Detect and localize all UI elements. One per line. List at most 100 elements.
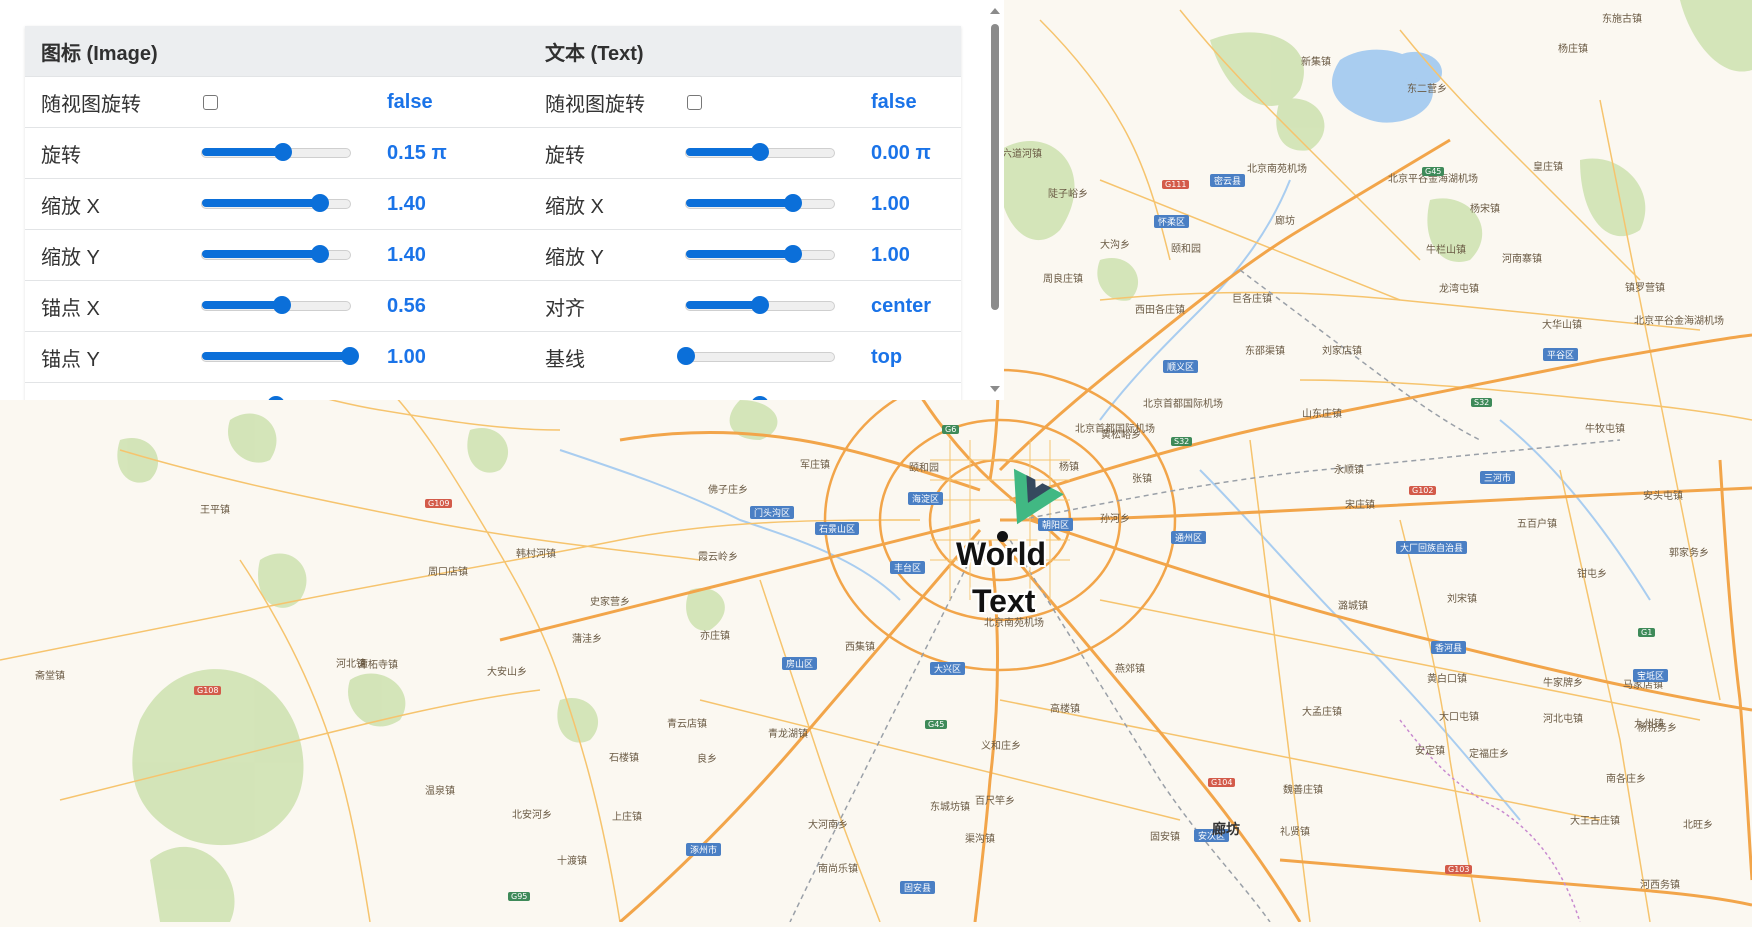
control-row: 旋转 0.15 π 旋转 0.00 π	[25, 127, 961, 178]
control-row: 缩放 Y 1.40 缩放 Y 1.00	[25, 229, 961, 280]
panel-scrollbar[interactable]	[988, 8, 1002, 392]
scrollbar-thumb[interactable]	[991, 24, 999, 310]
text-option-label: 基线	[545, 348, 585, 371]
airport-label: 北京平谷金海湖机场	[1634, 316, 1724, 327]
map-label: 韩村河镇	[516, 549, 556, 560]
map-label: 周良庄镇	[1043, 274, 1083, 285]
map-district-badge: 平谷区	[1543, 348, 1579, 361]
highway-shield: G45	[925, 720, 948, 729]
slider-thumb[interactable]	[783, 245, 802, 263]
map-label: 孙河乡	[1100, 514, 1130, 525]
image-option-label: 锚点 Y	[41, 348, 100, 371]
slider-thumb[interactable]	[751, 396, 769, 400]
image-option-value: 0.56	[387, 294, 426, 317]
map-label: 潭柘寺镇	[358, 660, 398, 671]
map-label: 镇罗营镇	[1625, 283, 1665, 294]
image-option-slider[interactable]	[201, 245, 351, 263]
image-control-cell	[201, 77, 218, 127]
slider-thumb[interactable]	[267, 396, 285, 400]
image-option-value: 1.00	[387, 345, 426, 368]
image-section-title: 图标 (Image)	[41, 42, 158, 65]
image-option-slider[interactable]	[201, 143, 351, 161]
slider-thumb[interactable]	[783, 194, 802, 212]
map-label: 王平镇	[200, 505, 230, 516]
map-label: 良乡	[697, 754, 717, 765]
text-option-slider[interactable]	[677, 347, 835, 365]
map-label: 杨庄镇	[1558, 44, 1588, 55]
text-control-cell	[685, 179, 835, 229]
map-label: 史家营乡	[590, 597, 630, 608]
highway-shield: G109	[425, 499, 453, 508]
map-label: 新集镇	[1301, 57, 1331, 68]
image-option-slider[interactable]	[201, 296, 351, 314]
map-label: 河南寨镇	[1502, 254, 1542, 265]
map-label: 青龙湖镇	[768, 729, 808, 740]
slider-fill	[686, 250, 793, 258]
image-option-label: 锚点 X	[41, 297, 100, 320]
text-control-cell	[685, 128, 835, 178]
text-option-slider[interactable]	[685, 143, 835, 161]
map-district-badge: 通州区	[1171, 531, 1207, 544]
slider-thumb[interactable]	[311, 245, 330, 263]
text-control-cell	[685, 77, 702, 127]
highway-shield: G108	[194, 686, 222, 695]
controls-panel-viewport: 图标 (Image) 文本 (Text) 随视图旋转 false 随视图旋转 fals…	[0, 0, 1004, 400]
slider-thumb[interactable]	[341, 347, 359, 365]
slider-thumb[interactable]	[751, 296, 769, 314]
highway-shield: S32	[1171, 437, 1193, 446]
map-label: 北安河乡	[512, 810, 552, 821]
map-label: 刘宋镇	[1447, 594, 1477, 605]
map-label: 杨税务乡	[1637, 723, 1677, 734]
map-label: 南尚乐镇	[818, 864, 858, 875]
map-label: 石楼镇	[609, 753, 639, 764]
city-label: 廊坊	[1212, 822, 1240, 838]
slider-thumb[interactable]	[677, 347, 695, 365]
text-section-title: 文本 (Text)	[545, 42, 644, 65]
slider-thumb[interactable]	[272, 296, 291, 314]
map-label: 钳屯乡	[1577, 569, 1607, 580]
map-label: 北京首都国际机场	[1075, 424, 1155, 435]
map-label: 周口店镇	[428, 567, 468, 578]
airport-label: 北京首都国际机场	[1143, 399, 1223, 410]
slider-fill	[202, 148, 284, 156]
image-option-value: 0.15 π	[387, 141, 447, 164]
map-label: 南各庄乡	[1606, 774, 1646, 785]
map-label: 河西务镇	[1640, 880, 1680, 891]
map-label: 安定镇	[1415, 746, 1445, 757]
slider-thumb[interactable]	[274, 143, 293, 161]
text-option-slider[interactable]	[685, 296, 835, 314]
map-district-badge: 顺义区	[1163, 360, 1199, 373]
scroll-up-arrow-icon[interactable]	[990, 8, 1000, 14]
map-district-badge: 石景山区	[815, 522, 860, 535]
map-label: 东二营乡	[1407, 84, 1447, 95]
map-label: 礼贤镇	[1280, 827, 1310, 838]
slider-fill	[202, 352, 350, 360]
map-label: 定福庄乡	[1469, 749, 1509, 760]
map-district-badge: 房山区	[782, 657, 818, 670]
text-rotate-with-view-checkbox[interactable]	[687, 94, 702, 110]
map-district-badge: 密云县	[1210, 174, 1246, 187]
control-row: 锚点 X 0.56 对齐 center	[25, 280, 961, 331]
scroll-down-arrow-icon[interactable]	[990, 386, 1000, 392]
map-label: 廊坊	[1275, 216, 1295, 227]
text-option-value: 0.00 π	[871, 141, 931, 164]
map-label: 霞云岭乡	[698, 552, 738, 563]
image-option-slider[interactable]	[201, 347, 359, 365]
map-label: 河北屯镇	[1543, 714, 1583, 725]
image-option-slider[interactable]	[201, 194, 351, 212]
map-label: 五百户镇	[1517, 519, 1557, 530]
map-label: 燕郊镇	[1115, 664, 1145, 675]
map-label: 潞城镇	[1338, 601, 1368, 612]
text-option-slider[interactable]	[685, 194, 835, 212]
map-label: 北京南苑机场	[1247, 164, 1307, 175]
controls-table: 图标 (Image) 文本 (Text) 随视图旋转 false 随视图旋转 fals…	[25, 26, 961, 400]
map-label: 杨宋镇	[1470, 204, 1500, 215]
image-rotate-with-view-checkbox[interactable]	[203, 94, 218, 110]
image-control-cell	[201, 332, 359, 382]
slider-thumb[interactable]	[751, 143, 769, 161]
slider-thumb[interactable]	[311, 194, 330, 212]
image-option-value: 1.40	[387, 192, 426, 215]
map-label: 大王古庄镇	[1570, 816, 1620, 827]
highway-shield: G45	[1422, 167, 1445, 176]
text-option-slider[interactable]	[685, 245, 835, 263]
